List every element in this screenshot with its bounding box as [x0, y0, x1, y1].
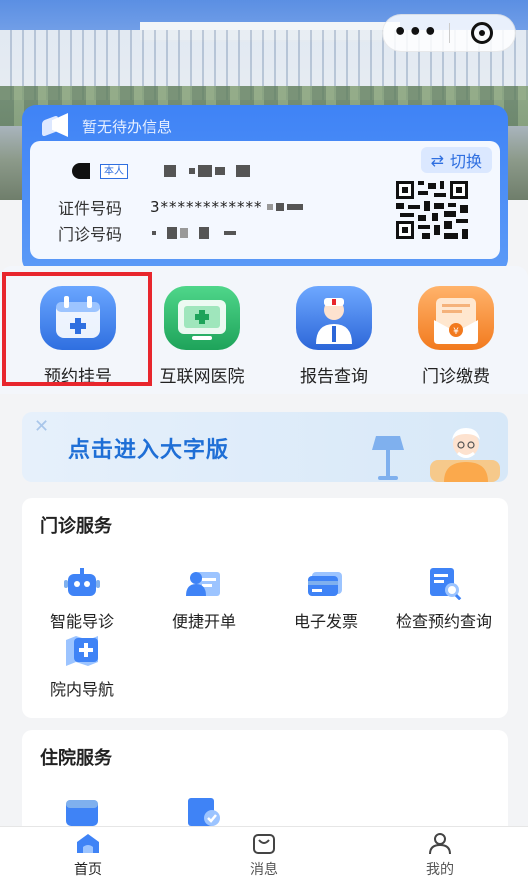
patient-info-panel: ⇄ 切换 本人 证件号码 3************ 门诊号码 [30, 141, 500, 259]
more-menu-button[interactable]: ••• [383, 14, 449, 52]
smart-triage-button[interactable]: 智能导诊 [22, 566, 142, 632]
swap-icon: ⇄ [430, 150, 444, 170]
map-plus-icon [62, 634, 102, 668]
internet-hospital-label: 互联网医院 [159, 367, 245, 387]
bag-icon [250, 831, 278, 855]
inpatient-service-1-button[interactable] [22, 794, 142, 828]
large-font-title: 点击进入大字版 [68, 438, 230, 463]
search-doc-icon [424, 566, 464, 601]
envelope-yen-icon: ¥ [418, 286, 494, 350]
svg-text:¥: ¥ [453, 327, 459, 337]
switch-patient-button[interactable]: ⇄ 切换 [420, 147, 492, 173]
robot-icon [62, 566, 102, 600]
patient-card: 暂无待办信息 ⇄ 切换 本人 证件号码 3************ 门诊号码 [22, 105, 508, 273]
masked-name [72, 163, 90, 179]
inpatient-service-2-button[interactable] [144, 794, 264, 828]
tab-messages[interactable]: 消息 [204, 831, 324, 879]
elderly-person-icon [430, 420, 500, 482]
card-icon [306, 566, 346, 600]
e-invoice-button[interactable]: 电子发票 [266, 566, 386, 632]
outpatient-services-section: 门诊服务 智能导诊 便捷开单 电子发票 检查预约查询 院内导航 [22, 498, 508, 718]
mini-program-capsule: ••• [382, 14, 516, 52]
exam-appointment-query-button[interactable]: 检查预约查询 [384, 566, 504, 632]
patient-name-row: 本人 [72, 163, 250, 179]
self-tag: 本人 [100, 163, 128, 179]
tab-home-label: 首页 [74, 862, 102, 878]
checked-doc-icon [184, 794, 224, 828]
hospital-navigation-label: 院内导航 [49, 680, 114, 699]
wallet-icon [62, 794, 102, 828]
appointment-highlight-box [2, 272, 152, 386]
decor-cross-icon: ✕ [34, 416, 50, 437]
tab-messages-label: 消息 [250, 862, 278, 878]
masked-name-detail [164, 165, 250, 177]
home-icon [74, 831, 102, 855]
quick-order-button[interactable]: 便捷开单 [144, 566, 264, 632]
id-value: 3************ [150, 198, 263, 216]
inpatient-services-section: 住院服务 [22, 730, 508, 840]
id-number-row: 证件号码 3************ [58, 195, 303, 219]
outpatient-payment-label: 门诊缴费 [422, 367, 490, 387]
close-program-button[interactable] [450, 22, 516, 44]
large-font-banner[interactable]: ✕ 点击进入大字版 [22, 412, 508, 482]
doctor-icon [296, 286, 372, 350]
tab-home[interactable]: 首页 [28, 831, 148, 879]
bottom-tab-bar: 首页 消息 我的 [0, 826, 528, 882]
target-icon [471, 22, 494, 44]
smart-triage-label: 智能导诊 [49, 612, 114, 631]
clinic-number-row: 门诊号码 [58, 221, 236, 245]
report-query-label: 报告查询 [300, 367, 368, 387]
tab-profile-label: 我的 [426, 862, 454, 878]
report-query-button[interactable]: 报告查询 [272, 286, 396, 387]
inpatient-section-title: 住院服务 [40, 748, 112, 769]
quick-order-label: 便捷开单 [171, 612, 236, 631]
qr-code-icon[interactable] [394, 179, 470, 241]
tab-profile[interactable]: 我的 [380, 831, 500, 879]
switch-label: 切换 [449, 152, 482, 171]
e-invoice-label: 电子发票 [293, 612, 358, 631]
hospital-navigation-button[interactable]: 院内导航 [22, 634, 142, 700]
clinic-label: 门诊号码 [58, 225, 123, 244]
outpatient-section-title: 门诊服务 [40, 516, 112, 537]
user-card-icon [184, 566, 224, 600]
todo-notice-text: 暂无待办信息 [82, 117, 173, 136]
monitor-plus-icon [164, 286, 240, 350]
todo-notice[interactable]: 暂无待办信息 [40, 113, 172, 139]
exam-appointment-query-label: 检查预约查询 [395, 612, 492, 631]
person-icon [426, 831, 454, 855]
speaker-icon [40, 113, 70, 139]
lamp-icon [368, 432, 408, 482]
masked-id-tail [266, 203, 303, 211]
id-label: 证件号码 [58, 199, 123, 218]
internet-hospital-button[interactable]: 互联网医院 [140, 286, 264, 387]
masked-clinic-number [152, 227, 236, 239]
outpatient-payment-button[interactable]: ¥ 门诊缴费 [394, 286, 518, 387]
